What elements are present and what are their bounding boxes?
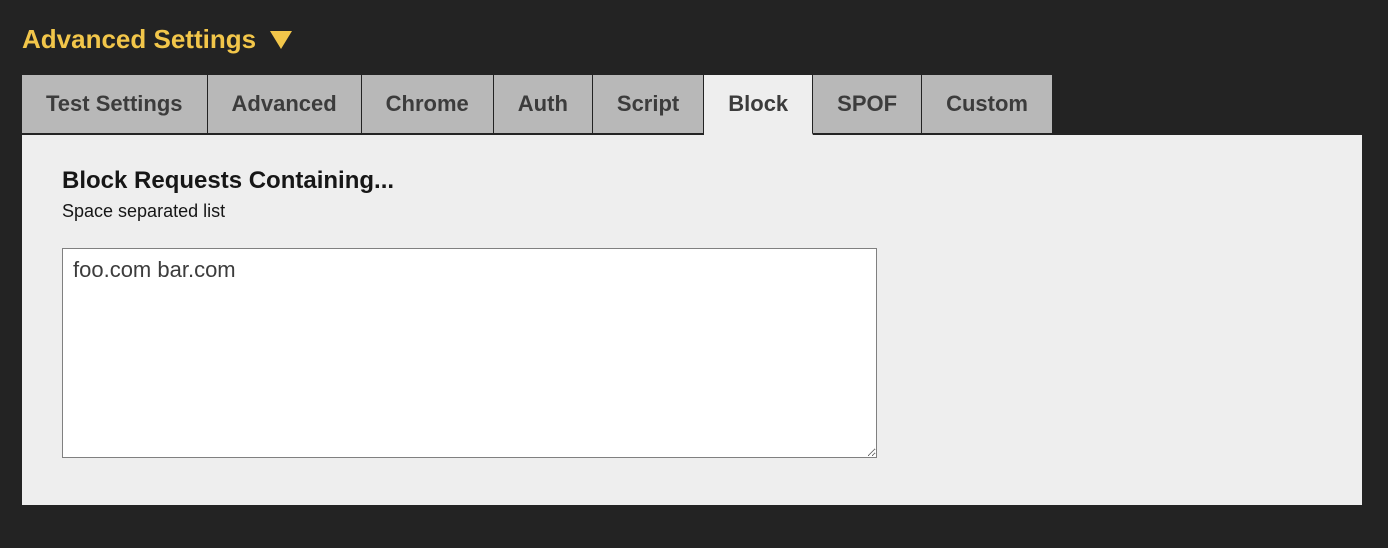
tab-spof[interactable]: SPOF bbox=[813, 75, 922, 135]
tab-advanced[interactable]: Advanced bbox=[208, 75, 362, 135]
tab-block[interactable]: Block bbox=[704, 75, 813, 135]
tab-auth[interactable]: Auth bbox=[494, 75, 593, 135]
block-list-textarea[interactable] bbox=[62, 248, 877, 458]
section-title: Advanced Settings bbox=[22, 24, 256, 55]
panel-title: Block Requests Containing... bbox=[62, 167, 1322, 195]
tab-bar: Test Settings Advanced Chrome Auth Scrip… bbox=[22, 75, 1366, 135]
tab-test-settings[interactable]: Test Settings bbox=[22, 75, 208, 135]
block-panel: Block Requests Containing... Space separ… bbox=[22, 135, 1362, 505]
tab-custom[interactable]: Custom bbox=[922, 75, 1052, 135]
chevron-down-icon bbox=[270, 31, 292, 49]
advanced-settings-header[interactable]: Advanced Settings bbox=[22, 24, 1366, 55]
panel-subtitle: Space separated list bbox=[62, 201, 1322, 222]
tab-chrome[interactable]: Chrome bbox=[362, 75, 494, 135]
tab-script[interactable]: Script bbox=[593, 75, 704, 135]
